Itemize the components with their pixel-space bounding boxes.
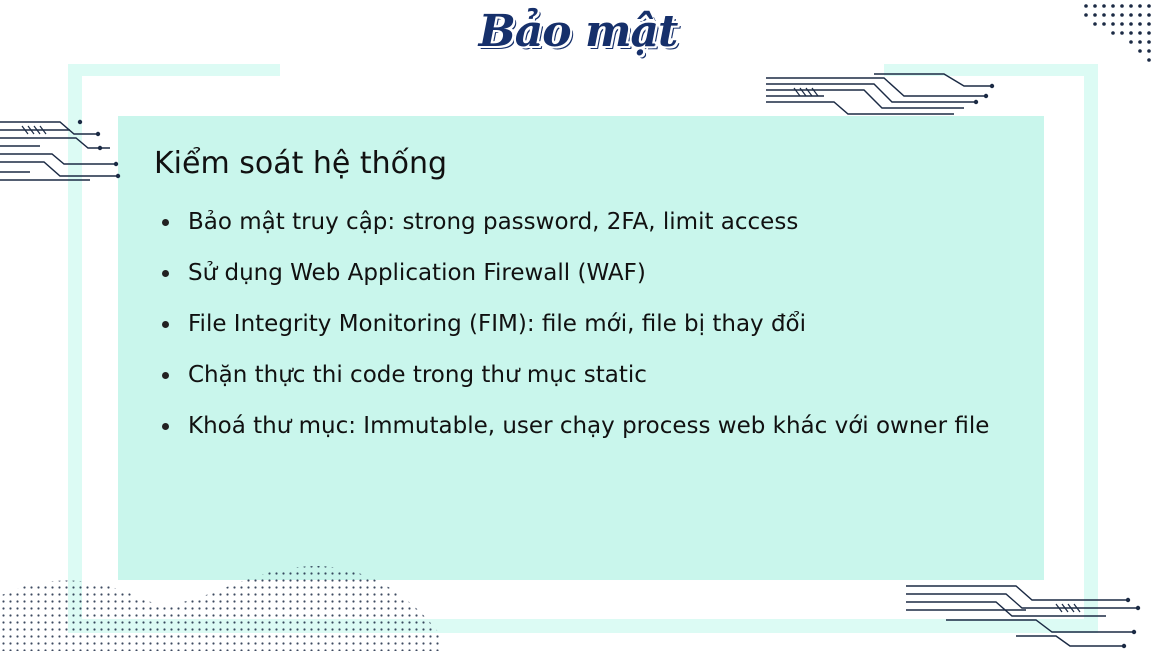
bullet-text: Bảo mật truy cập: strong password, 2FA, … xyxy=(188,209,799,235)
list-item: Bảo mật truy cập: strong password, 2FA, … xyxy=(160,204,989,255)
bullet-text: Chặn thực thi code trong thư mục static xyxy=(188,362,647,388)
dot-wave-bottom-left xyxy=(0,565,440,651)
bullet-icon xyxy=(162,372,169,379)
brand-title: Bảo mật xyxy=(478,6,679,57)
bullet-list: Bảo mật truy cập: strong password, 2FA, … xyxy=(160,204,989,459)
circuit-lines-bottom-right xyxy=(906,585,1141,649)
presentation-slide: Bảo mật Kiểm soát hệ thống Bảo mật truy … xyxy=(0,0,1156,651)
bullet-text: Khoá thư mục: Immutable, user chạy proce… xyxy=(188,413,990,439)
list-item: Chặn thực thi code trong thư mục static xyxy=(160,357,989,408)
bullet-icon xyxy=(162,270,169,277)
bullet-text: File Integrity Monitoring (FIM): file mớ… xyxy=(188,311,807,337)
frame-top-left xyxy=(68,64,280,76)
circuit-lines-left xyxy=(0,119,121,181)
list-item: File Integrity Monitoring (FIM): file mớ… xyxy=(160,306,989,357)
section-heading: Kiểm soát hệ thống xyxy=(154,146,448,181)
list-item: Sử dụng Web Application Firewall (WAF) xyxy=(160,255,989,306)
bullet-icon xyxy=(162,423,169,430)
list-item: Khoá thư mục: Immutable, user chạy proce… xyxy=(160,408,989,459)
bullet-text: Sử dụng Web Application Firewall (WAF) xyxy=(188,260,646,286)
bullet-icon xyxy=(162,321,169,328)
bullet-icon xyxy=(162,219,169,226)
